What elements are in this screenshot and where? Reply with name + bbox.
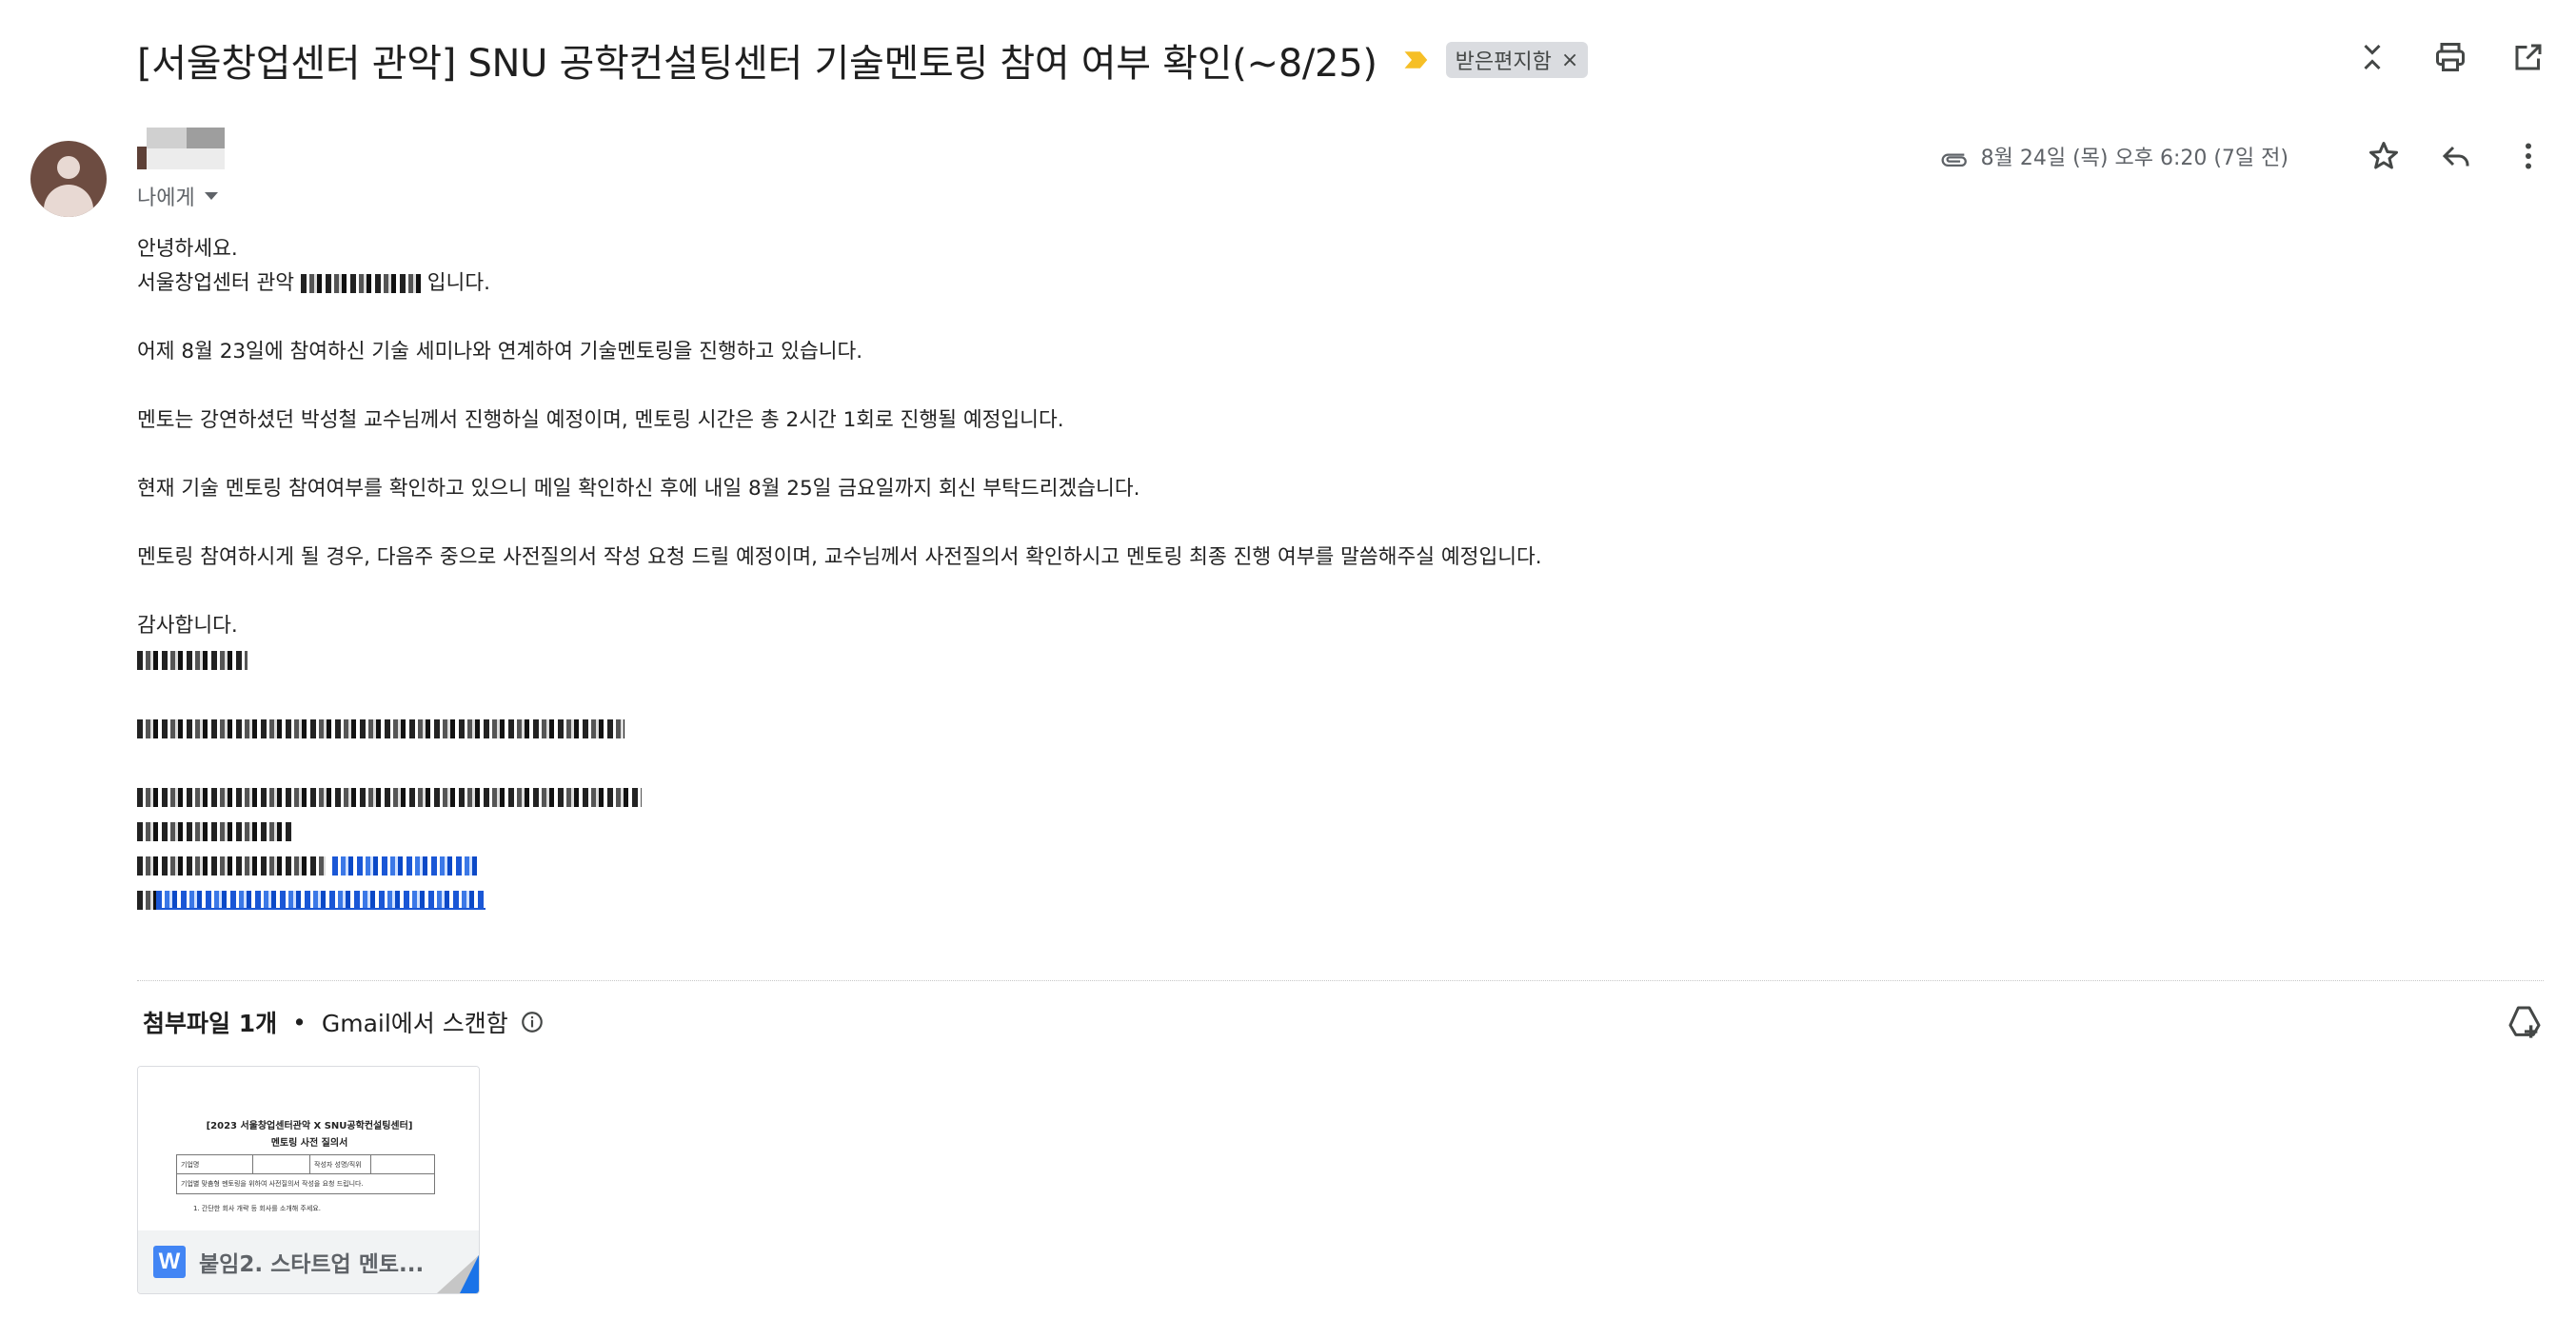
attachment-clip-icon [1941, 153, 1967, 167]
importance-marker-icon[interactable] [1402, 46, 1431, 74]
more-vert-icon [2526, 143, 2531, 169]
attachment-card[interactable]: [2023 서울창업센터관악 X SNU공학컨설팅센터] 멘토링 사전 질의서 … [137, 1066, 480, 1294]
print-icon [2436, 43, 2465, 71]
signature-redacted-link[interactable] [137, 883, 1542, 917]
separator-dot: • [292, 1008, 307, 1036]
inbox-label-text: 받은편지함 [1455, 50, 1552, 74]
sender-name-redacted[interactable] [137, 128, 225, 169]
sender-avatar[interactable] [30, 141, 107, 217]
email-subject: [서울창업센터 관악] SNU 공학컨설팅센터 기술멘토링 참여 여부 확인(~… [137, 42, 1377, 86]
collapse-all-button[interactable] [2353, 38, 2391, 76]
intro-line: 서울창업센터 관악 입니다. [137, 266, 1542, 301]
preview-question: 1. 간단한 회사 개략 등 회사를 소개해 주세요. [193, 1205, 321, 1212]
message-date: 8월 24일 (목) 오후 6:20 (7일 전) [1980, 147, 2289, 170]
attachment-count: 첨부파일 1개 [143, 1010, 278, 1037]
paragraph-3: 현재 기술 멘토링 참여여부를 확인하고 있으니 메일 확인하신 후에 내일 8… [137, 477, 1140, 501]
attachment-file-name: 붙임2. 스타트업 멘토... [199, 1252, 425, 1277]
signature-redacted-5 [137, 849, 1542, 883]
reply-icon [2442, 146, 2469, 167]
paragraph-2: 멘토는 강연하셨던 박성철 교수님께서 진행하실 예정이며, 멘토링 시간은 총… [137, 408, 1064, 432]
preview-table: 기업명 작성자 성명/직위 기업별 맞춤형 멘토링을 위하여 사전질의서 작성을… [176, 1154, 435, 1194]
open-new-window-button[interactable] [2509, 38, 2547, 76]
thread-actions [2353, 38, 2547, 76]
signature-redacted-1 [137, 643, 1542, 678]
signature-redacted-3 [137, 780, 1542, 815]
attachments-header: 첨부파일 1개 • Gmail에서 스캔함 [143, 1005, 545, 1039]
chevron-down-icon [204, 192, 218, 200]
subject-row: [서울창업센터 관악] SNU 공학컨설팅센터 기술멘토링 참여 여부 확인(~… [137, 27, 1589, 93]
intro-prefix: 서울창업센터 관악 [137, 271, 295, 295]
recipient-label: 나에게 [137, 187, 195, 210]
paragraph-1: 어제 8월 23일에 참여하신 기술 세미나와 연계하여 기술멘토링을 진행하고… [137, 340, 863, 364]
intro-suffix: 입니다. [426, 271, 490, 295]
star-icon [2369, 142, 2398, 169]
more-options-button[interactable] [2509, 137, 2547, 175]
remove-label-button[interactable]: × [1561, 49, 1578, 72]
info-icon[interactable] [520, 1010, 545, 1034]
reply-button[interactable] [2437, 137, 2475, 175]
doc-corner-fold-icon [437, 1255, 479, 1293]
signature-redacted-2 [137, 712, 1542, 746]
star-button[interactable] [2365, 137, 2403, 175]
attachment-preview: [2023 서울창업센터관악 X SNU공학컨설팅센터] 멘토링 사전 질의서 … [138, 1067, 479, 1230]
word-file-icon: W [153, 1246, 186, 1278]
paragraph-4: 멘토링 참여하시게 될 경우, 다음주 중으로 사전질의서 작성 요청 드릴 예… [137, 545, 1542, 569]
recipient-details-toggle[interactable]: 나에게 [137, 181, 218, 211]
collapse-icon [2364, 44, 2381, 70]
message-body: 안녕하세요. 서울창업센터 관악 입니다. 어제 8월 23일에 참여하신 기술… [137, 232, 1542, 917]
message-meta: 8월 24일 (목) 오후 6:20 (7일 전) [1937, 137, 2547, 175]
attachments-divider [137, 980, 2544, 981]
scan-status: Gmail에서 스캔함 [321, 1010, 508, 1037]
open-in-new-icon [2515, 44, 2542, 70]
inbox-label-chip[interactable]: 받은편지함 × [1445, 42, 1589, 78]
greeting-line: 안녕하세요. [137, 237, 238, 261]
add-to-drive-icon[interactable] [2506, 1003, 2544, 1041]
print-button[interactable] [2431, 38, 2469, 76]
preview-title: [2023 서울창업센터관악 X SNU공학컨설팅센터] 멘토링 사전 질의서 [206, 1121, 413, 1149]
closing-line: 감사합니다. [137, 614, 238, 638]
signature-redacted-4 [137, 815, 1542, 849]
redacted-name [300, 274, 421, 293]
